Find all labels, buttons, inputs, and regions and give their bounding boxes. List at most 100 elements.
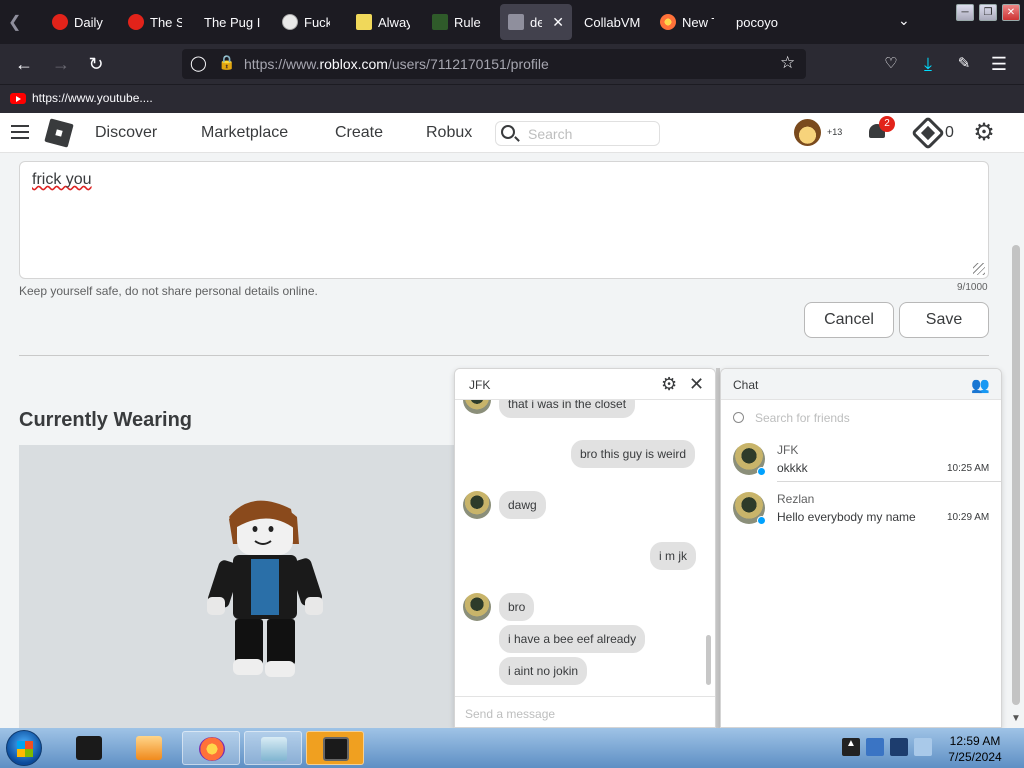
browser-tab-6[interactable]: Rule [424,4,490,40]
volume-icon[interactable] [914,738,932,756]
reload-icon[interactable]: ↻ [85,53,107,75]
robux-balance[interactable]: 0 [945,124,954,142]
tab-list-chevron-icon[interactable]: ⌄ [898,12,910,29]
restore-window-button[interactable]: ❐ [979,4,997,21]
url-text[interactable]: https://www.roblox.com/users/7112170151/… [244,56,549,72]
extensions-icon[interactable]: ✎ [953,53,975,75]
search-icon [501,125,515,139]
taskbar-app-firefox[interactable] [182,731,240,765]
conversation-item[interactable]: JFK okkkk 10:25 AM [721,437,1001,485]
message-input-placeholder: Send a message [465,707,556,721]
roblox-header: Discover Marketplace Create Robux Search… [0,113,1024,153]
browser-tab-4[interactable]: Fuck [274,4,338,40]
conversation-divider [777,481,1001,482]
taskbar-app-terminal[interactable] [60,731,118,765]
avatar-3d-view[interactable] [19,445,459,728]
settings-gear-icon[interactable]: ⚙ [972,121,996,146]
taskbar-app-media-player[interactable] [120,731,178,765]
bookmark-star-icon[interactable]: ☆ [780,53,795,73]
roblox-search-input[interactable]: Search [495,121,660,146]
chat-scrollbar-thumb[interactable] [706,635,711,685]
resize-handle-icon[interactable] [973,263,985,275]
browser-tab-active[interactable]: dej ✕ [500,4,572,40]
chat-messages-scrollbar[interactable] [705,400,713,690]
conversation-last-message: Hello everybody my name [777,510,916,524]
browser-tab-3[interactable]: The Pug I [196,4,270,40]
tab-label: The Pug I [204,14,261,30]
browser-tab-10[interactable]: pocoyo [728,4,800,40]
taskbar-app-explorer[interactable] [244,731,302,765]
browser-tab-1[interactable]: Daily [44,4,114,40]
bookmark-youtube[interactable]: https://www.youtube.... [10,91,153,105]
chat-message-input[interactable]: Send a message [455,696,715,727]
start-button[interactable] [6,730,42,766]
pocket-icon[interactable]: ♡ [880,53,902,75]
minimize-window-button[interactable]: ─ [956,4,974,21]
display-icon[interactable] [890,738,908,756]
friend-count-value: 13 [832,127,843,137]
browser-tab-5[interactable]: Alway [348,4,418,40]
roblox-icon [508,14,524,30]
nav-marketplace[interactable]: Marketplace [201,124,288,142]
message-avatar [463,400,491,414]
cancel-button[interactable]: Cancel [804,302,894,338]
page-scrollbar[interactable]: ▼ [1008,153,1024,728]
conversation-time: 10:29 AM [947,512,990,523]
nav-robux[interactable]: Robux [426,124,472,142]
browser-tab-strip: ❮ Daily The S The Pug I Fuck Alway Rule … [0,0,1024,44]
chat-conversation-title[interactable]: JFK [469,378,490,392]
monitor-icon [323,737,349,761]
conversation-item[interactable]: Rezlan Hello everybody my name 10:29 AM [721,486,1001,534]
section-divider [19,355,989,356]
about-text: frick you [32,171,92,189]
save-button[interactable]: Save [899,302,989,338]
address-bar[interactable]: ◯ 🔒 https://www.roblox.com/users/7112170… [182,49,806,79]
robux-icon[interactable] [911,116,945,150]
message-bubble: that i was in the closet [499,400,636,418]
forward-arrow-icon[interactable]: → [50,53,72,75]
about-textarea[interactable]: frick you [19,161,989,279]
header-avatar[interactable] [794,119,821,146]
conversation-name: Rezlan [777,492,815,506]
about-text-value: frick you [32,171,92,188]
tab-scroll-left-icon[interactable]: ❮ [8,12,21,32]
friend-search-input[interactable]: Search for friends [733,409,995,429]
friend-count: +13 [827,127,843,137]
roblox-logo-icon[interactable] [44,118,74,148]
taskbar-app-monitor[interactable] [306,731,364,765]
back-arrow-icon[interactable]: ← [13,53,35,75]
add-friends-icon[interactable]: 👥 [971,376,990,394]
tomato-icon [52,14,68,30]
network-icon[interactable] [866,738,884,756]
message-avatar [463,593,491,621]
browser-tab-8[interactable]: CollabVM [576,4,650,40]
menu-icon[interactable] [11,125,29,143]
chat-list-title[interactable]: Chat [733,378,758,392]
browser-tab-9[interactable]: New T [652,4,722,40]
tab-label: Alway [378,14,410,30]
scroll-down-arrow-icon[interactable]: ▼ [1011,713,1021,724]
search-placeholder: Search [528,126,573,142]
chat-messages[interactable]: that i was in the closet bro this guy is… [455,400,715,695]
page-scrollbar-thumb[interactable] [1012,245,1020,705]
message-bubble: i aint no jokin [499,657,588,685]
browser-tab-2[interactable]: The S [120,4,190,40]
downloads-icon[interactable]: ⤓ [917,53,939,75]
rule34-icon [432,14,448,30]
nav-create[interactable]: Create [335,124,383,142]
notifications-bell-icon[interactable]: 2 [867,116,895,142]
lock-icon[interactable]: 🔒 [218,54,235,71]
close-window-button[interactable]: ✕ [1002,4,1020,21]
message-avatar [463,491,491,519]
taskbar-clock[interactable]: 12:59 AM 7/25/2024 [940,733,1010,765]
clock-time: 12:59 AM [949,734,1001,748]
nav-discover[interactable]: Discover [95,124,157,142]
chat-close-icon[interactable]: ✕ [689,374,704,395]
menu-hamburger-icon[interactable]: ☰ [988,53,1010,75]
message-bubble: dawg [499,491,546,519]
show-hidden-icons-icon[interactable]: ▲ [842,738,860,756]
chat-settings-gear-icon[interactable]: ⚙ [661,374,677,395]
close-tab-icon[interactable]: ✕ [552,14,564,31]
browser-nav-bar: ← → ↻ ◯ 🔒 https://www.roblox.com/users/7… [0,44,1024,84]
tracking-shield-icon[interactable]: ◯ [190,54,207,72]
